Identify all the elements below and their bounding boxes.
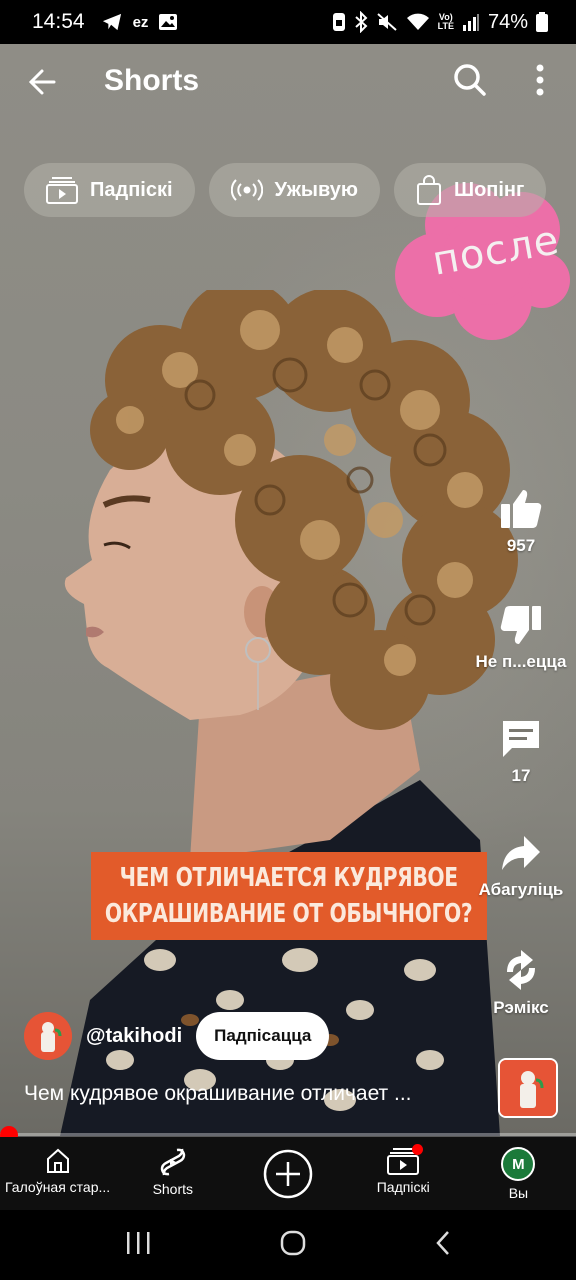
dislike-label: Не п...ецца xyxy=(475,652,567,671)
recents-button[interactable] xyxy=(123,1230,153,1261)
home-icon xyxy=(46,1148,69,1173)
comments-button[interactable]: 17 xyxy=(466,718,576,786)
volte-icon: Vo) LTE xyxy=(437,12,454,31)
chip-shopping[interactable]: Шопінг xyxy=(393,163,547,217)
channel-avatar[interactable] xyxy=(24,1012,72,1060)
video-text-banner: ЧЕМ ОТЛИЧАЕТСЯ КУДРЯВОЕ ОКРАШИВАНИЕ ОТ О… xyxy=(91,852,487,940)
thumbs-down-icon xyxy=(500,606,541,644)
banner-line-2: ОКРАШИВАНИЕ ОТ ОБЫЧНОГО? xyxy=(105,899,473,929)
nav-subscriptions[interactable]: Падпіскі xyxy=(346,1137,461,1210)
chip-live-label: Ужывую xyxy=(274,178,358,201)
remix-label: Рэмікс xyxy=(493,998,549,1017)
wifi-icon xyxy=(406,12,430,32)
subscriptions-icon xyxy=(46,177,78,204)
like-button[interactable]: 957 xyxy=(466,488,576,556)
account-avatar: M xyxy=(501,1147,536,1181)
back-button[interactable] xyxy=(24,62,64,102)
comment-icon xyxy=(503,721,539,757)
thumbs-up-icon xyxy=(501,490,542,528)
more-options-button[interactable] xyxy=(522,60,558,100)
nav-subscriptions-label: Падпіскі xyxy=(376,1179,430,1195)
gallery-icon xyxy=(158,12,178,32)
nav-you[interactable]: M Вы xyxy=(461,1137,576,1210)
nav-shorts[interactable]: Shorts xyxy=(115,1137,230,1210)
sim-icon xyxy=(332,12,346,32)
nav-create[interactable] xyxy=(230,1137,345,1210)
nav-home-label: Галоўная стар... xyxy=(5,1179,111,1195)
new-content-dot xyxy=(411,1144,423,1155)
channel-handle[interactable]: @takihodi xyxy=(86,1025,182,1048)
chip-subscriptions[interactable]: Падпіскі xyxy=(24,163,195,217)
nav-shorts-label: Shorts xyxy=(152,1181,194,1197)
system-navigation-bar xyxy=(0,1210,576,1280)
sound-thumbnail[interactable] xyxy=(498,1058,558,1118)
app-notification-icon: ez xyxy=(132,13,149,31)
status-bar: 14:54 ez Vo) LTE 74% xyxy=(0,0,576,44)
remix-icon xyxy=(507,950,535,990)
recents-icon xyxy=(127,1231,150,1254)
remix-button[interactable]: Рэмікс xyxy=(466,948,576,1018)
battery-percent: 74% xyxy=(487,10,528,33)
chip-live[interactable]: Ужывую xyxy=(208,163,380,217)
back-system-button[interactable] xyxy=(433,1229,453,1262)
like-count: 957 xyxy=(506,536,536,555)
nav-home[interactable]: Галоўная стар... xyxy=(0,1137,115,1210)
chip-subscriptions-label: Падпіскі xyxy=(90,178,173,201)
create-plus-icon xyxy=(263,1149,313,1198)
mute-icon xyxy=(376,12,398,32)
signal-icon xyxy=(462,13,480,31)
search-icon xyxy=(454,64,486,96)
banner-line-1: ЧЕМ ОТЛИЧАЕТСЯ КУДРЯВОЕ xyxy=(119,863,459,893)
home-system-button[interactable] xyxy=(279,1229,307,1262)
nav-you-label: Вы xyxy=(508,1185,529,1201)
page-title: Shorts xyxy=(104,64,200,97)
comments-count: 17 xyxy=(511,766,531,785)
home-circle-icon xyxy=(280,1230,306,1255)
subscribe-button[interactable]: Падпісацца xyxy=(196,1012,330,1060)
chip-shopping-label: Шопінг xyxy=(453,178,525,201)
back-arrow-icon xyxy=(28,69,56,95)
shopping-bag-icon xyxy=(416,175,441,205)
share-icon xyxy=(502,836,540,870)
more-vert-icon xyxy=(536,64,544,96)
live-icon xyxy=(230,179,263,201)
video-caption[interactable]: Чем кудрявое окрашивание отличает ... xyxy=(24,1082,484,1106)
back-chevron-icon xyxy=(436,1230,449,1255)
channel-row: @takihodi Падпісацца xyxy=(24,1012,330,1060)
share-label: Абагуліць xyxy=(478,880,564,899)
shorts-icon xyxy=(160,1148,186,1176)
share-button[interactable]: Абагуліць xyxy=(466,834,576,900)
bluetooth-icon xyxy=(354,11,368,33)
filter-chips: Падпіскі Ужывую Шопінг xyxy=(24,163,547,217)
telegram-icon xyxy=(101,12,123,32)
status-time: 14:54 xyxy=(32,10,85,33)
battery-icon xyxy=(536,12,548,32)
top-app-bar: Shorts xyxy=(0,44,576,120)
dislike-button[interactable]: Не п...ецца xyxy=(466,604,576,672)
bottom-navigation: Галоўная стар... Shorts Падпіскі M Вы xyxy=(0,1137,576,1210)
search-button[interactable] xyxy=(450,60,490,100)
